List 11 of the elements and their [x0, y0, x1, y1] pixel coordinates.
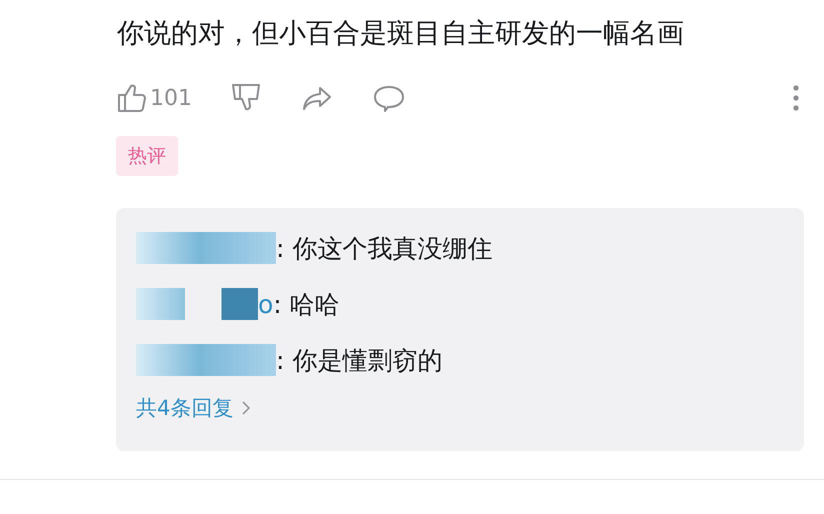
reply-text: : 你这个我真没绷住	[276, 232, 492, 264]
reply-username[interactable]: o	[258, 290, 274, 318]
hot-comment-tag: 热评	[116, 136, 178, 176]
comment-text: 你说的对，但小百合是斑目自主研发的一幅名画	[117, 17, 685, 51]
more-replies-link[interactable]: 共4条回复	[136, 394, 252, 422]
thumbs-up-icon	[116, 82, 148, 114]
like-button[interactable]: 101	[116, 82, 192, 114]
chevron-right-icon	[241, 400, 252, 416]
reply-text: : 你是懂剽窃的	[276, 344, 442, 376]
more-icon[interactable]	[792, 85, 800, 111]
reply-text: : 哈哈	[273, 288, 340, 320]
